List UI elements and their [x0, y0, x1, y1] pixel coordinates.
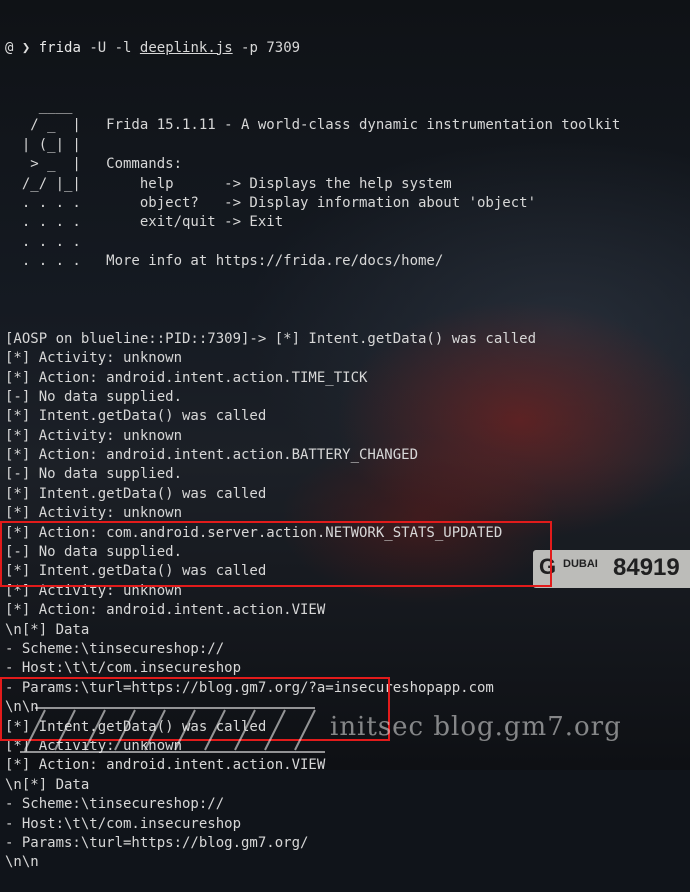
- output-line: - Params:\turl=https://blog.gm7.org/: [5, 834, 309, 851]
- output-line: [*] Intent.getData() was called: [5, 485, 267, 502]
- output-line: [AOSP on blueline::PID::7309]-> [*] Inte…: [5, 330, 537, 347]
- banner-line: /_/ |_| help -> Displays the help system: [5, 175, 452, 192]
- banner-line: . . . . exit/quit -> Exit: [5, 214, 284, 231]
- output-line: [*] Action: android.intent.action.BATTER…: [5, 447, 419, 464]
- output-line: - Host:\t\t/com.insecureshop: [5, 660, 242, 677]
- watermark-text: initsec blog.gm7.org: [330, 712, 622, 742]
- banner-line: . . . .: [5, 233, 81, 250]
- ascii-watermark-logo: [20, 707, 325, 753]
- banner-line: . . . . More info at https://frida.re/do…: [5, 253, 444, 270]
- command-name: frida: [38, 39, 81, 56]
- banner-line: ____: [5, 98, 73, 115]
- frida-banner: ____ / _ | Frida 15.1.11 - A world-class…: [5, 97, 690, 291]
- command-line: @ ❯ frida -U -l deeplink.js -p 7309: [5, 39, 690, 58]
- command-pid: -p 7309: [232, 39, 301, 56]
- banner-line: / _ | Frida 15.1.11 - A world-class dyna…: [5, 117, 621, 134]
- output-line: [-] No data supplied.: [5, 388, 183, 405]
- output-line: [*] Activity: unknown: [5, 350, 183, 367]
- output-line: \n[*] Data: [5, 621, 90, 638]
- highlight-box-1: [0, 521, 552, 587]
- output-line: [*] Action: android.intent.action.TIME_T…: [5, 369, 368, 386]
- command-args: -U -l: [80, 39, 140, 56]
- output-line: - Host:\t\t/com.insecureshop: [5, 815, 242, 832]
- output-line: [*] Action: android.intent.action.VIEW: [5, 602, 326, 619]
- banner-line: | (_| |: [5, 136, 81, 153]
- output-line: \n\n: [5, 854, 39, 871]
- script-file: deeplink.js: [139, 39, 233, 56]
- output-line: - Scheme:\tinsecureshop://: [5, 640, 225, 657]
- output-line: [*] Activity: unknown: [5, 427, 183, 444]
- terminal-output: [AOSP on blueline::PID::7309]-> [*] Inte…: [5, 330, 690, 873]
- output-line: [-] No data supplied.: [5, 466, 183, 483]
- banner-line: > _ | Commands:: [5, 156, 183, 173]
- output-line: - Scheme:\tinsecureshop://: [5, 796, 225, 813]
- output-line: [*] Intent.getData() was called: [5, 408, 267, 425]
- banner-line: [5, 272, 690, 291]
- output-line: \n[*] Data: [5, 776, 90, 793]
- prompt-icon: @ ❯: [5, 39, 31, 56]
- banner-line: . . . . object? -> Display information a…: [5, 194, 537, 211]
